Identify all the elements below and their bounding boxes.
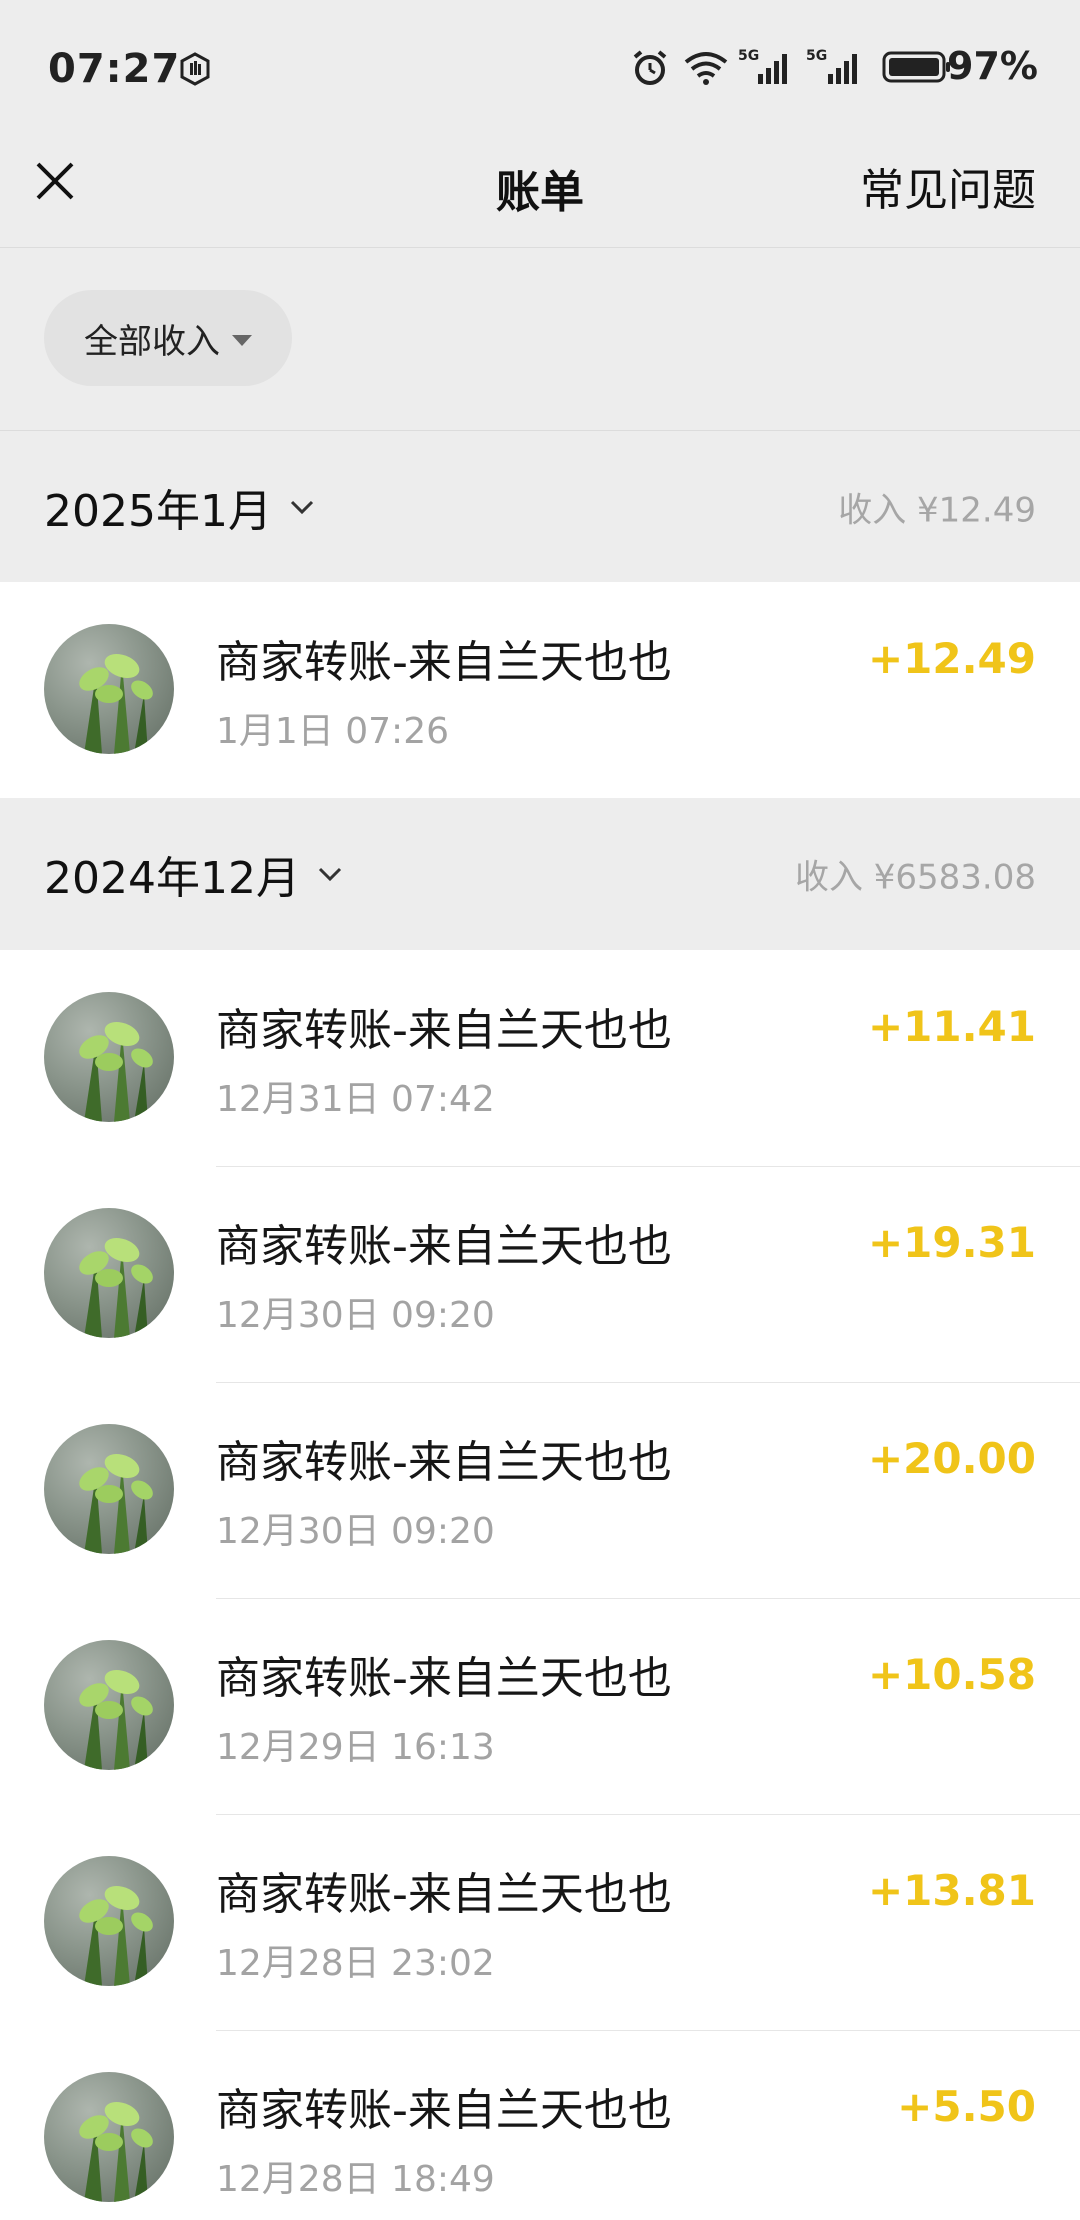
wifi-icon <box>682 50 730 90</box>
battery-icon <box>882 50 952 88</box>
transaction-time: 12月28日 18:49 <box>216 2159 495 2200</box>
avatar <box>44 1856 174 1986</box>
avatar <box>44 1424 174 1554</box>
chevron-down-icon <box>318 867 342 882</box>
transaction-name: 商家转账-来自兰天也也 <box>216 1437 672 1488</box>
transaction-time: 12月28日 23:02 <box>216 1943 495 1984</box>
avatar <box>44 2072 174 2202</box>
alarm-icon <box>630 48 670 92</box>
signal-5g-icon-2: 5G <box>806 46 870 90</box>
transaction-row[interactable]: 商家转账-来自兰天也也 12月29日 16:13 +10.58 <box>0 1598 1080 1814</box>
transaction-time: 12月29日 16:13 <box>216 1727 495 1768</box>
transaction-time: 1月1日 07:26 <box>216 711 449 752</box>
faq-link[interactable]: 常见问题 <box>860 154 1036 218</box>
transaction-amount: +11.41 <box>867 1002 1036 1051</box>
month-title: 2024年12月 <box>44 853 300 904</box>
filter-bar: 全部收入 <box>0 249 1080 431</box>
month-income-summary: 收入 ¥6583.08 <box>794 857 1036 898</box>
transaction-amount: +12.49 <box>867 634 1036 683</box>
transaction-amount: +10.58 <box>867 1650 1036 1699</box>
month-income-summary: 收入 ¥12.49 <box>838 490 1036 531</box>
battery-percent: 97% <box>947 44 1038 88</box>
nav-bar: 账单 常见问题 <box>0 130 1080 248</box>
income-filter-dropdown[interactable]: 全部收入 <box>44 290 292 386</box>
status-time: 07:27 <box>48 46 181 92</box>
transaction-list: 商家转账-来自兰天也也 1月1日 07:26 +12.49 <box>0 582 1080 798</box>
transaction-row[interactable]: 商家转账-来自兰天也也 12月31日 07:42 +11.41 <box>0 950 1080 1166</box>
transaction-row[interactable]: 商家转账-来自兰天也也 12月28日 23:02 +13.81 <box>0 1814 1080 2030</box>
transaction-name: 商家转账-来自兰天也也 <box>216 1005 672 1056</box>
filter-label: 全部收入 <box>84 321 220 362</box>
transaction-time: 12月30日 09:20 <box>216 1295 495 1336</box>
transaction-name: 商家转账-来自兰天也也 <box>216 2085 672 2136</box>
month-selector[interactable]: 2024年12月 <box>44 842 344 906</box>
month-title: 2025年1月 <box>44 486 272 537</box>
transaction-name: 商家转账-来自兰天也也 <box>216 1221 672 1272</box>
transaction-amount: +20.00 <box>867 1434 1036 1483</box>
transaction-amount: +19.31 <box>867 1218 1036 1267</box>
transaction-time: 12月31日 07:42 <box>216 1079 495 1120</box>
transaction-name: 商家转账-来自兰天也也 <box>216 1869 672 1920</box>
svg-text:5G: 5G <box>738 48 759 64</box>
status-bar: 07:27 5G 5G 97% <box>0 0 1080 130</box>
month-selector[interactable]: 2025年1月 <box>44 475 316 539</box>
month-header[interactable]: 2025年1月 收入 ¥12.49 <box>0 432 1080 582</box>
transaction-row[interactable]: 商家转账-来自兰天也也 12月30日 09:20 +20.00 <box>0 1382 1080 1598</box>
avatar <box>44 1208 174 1338</box>
transaction-amount: +13.81 <box>867 1866 1036 1915</box>
transaction-row[interactable]: 商家转账-来自兰天也也 12月30日 09:20 +19.31 <box>0 1166 1080 1382</box>
transaction-time: 12月30日 09:20 <box>216 1511 495 1552</box>
transaction-name: 商家转账-来自兰天也也 <box>216 1653 672 1704</box>
signal-5g-icon: 5G <box>738 46 796 90</box>
caret-down-icon <box>232 334 252 346</box>
hand-shield-icon <box>178 52 212 90</box>
transaction-row[interactable]: 商家转账-来自兰天也也 12月28日 18:49 +5.50 <box>0 2030 1080 2220</box>
avatar <box>44 624 174 754</box>
transaction-amount: +5.50 <box>897 2082 1036 2131</box>
transaction-row[interactable]: 商家转账-来自兰天也也 1月1日 07:26 +12.49 <box>0 582 1080 798</box>
transaction-name: 商家转账-来自兰天也也 <box>216 637 672 688</box>
avatar <box>44 992 174 1122</box>
svg-text:5G: 5G <box>806 48 827 64</box>
month-header[interactable]: 2024年12月 收入 ¥6583.08 <box>0 799 1080 949</box>
transaction-list: 商家转账-来自兰天也也 12月31日 07:42 +11.41 商家转账-来自兰… <box>0 950 1080 2220</box>
chevron-down-icon <box>290 500 314 515</box>
avatar <box>44 1640 174 1770</box>
